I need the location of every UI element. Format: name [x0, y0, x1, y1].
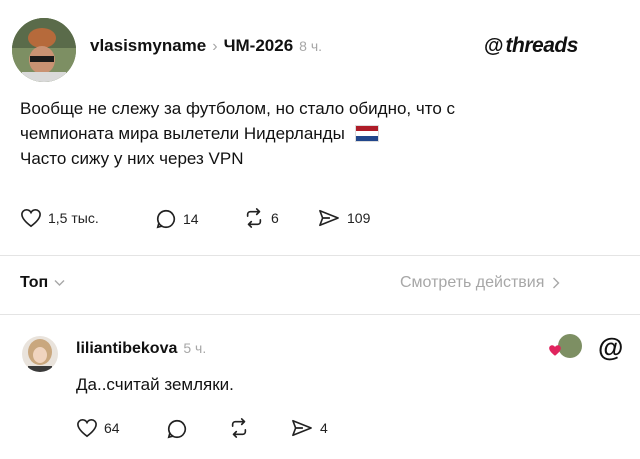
- reply-text: Да..считай земляки.: [76, 375, 234, 394]
- author-avatar[interactable]: [12, 18, 76, 82]
- threads-wordmark: threads: [505, 34, 579, 57]
- chevron-down-icon: [54, 279, 65, 287]
- post-body: Вообще не слежу за футболом, но стало об…: [20, 96, 620, 171]
- sort-dropdown[interactable]: Топ: [20, 274, 65, 292]
- chevron-right-icon: [552, 277, 560, 289]
- post-line-2: чемпионата мира вылетели Нидерланды: [20, 124, 345, 143]
- sort-label: Топ: [20, 274, 49, 291]
- send-icon: [290, 418, 314, 438]
- reply-button[interactable]: 14: [155, 208, 199, 230]
- like-count: 1,5 тыс.: [48, 210, 99, 226]
- repost-count: 6: [271, 210, 279, 226]
- reply-share-button[interactable]: 4: [290, 418, 328, 438]
- chevron-right-icon: ›: [212, 38, 218, 55]
- repost-icon: [243, 208, 265, 228]
- reply-avatar[interactable]: [22, 336, 58, 372]
- reply-comment-button[interactable]: [166, 418, 188, 440]
- share-count: 109: [347, 210, 371, 226]
- reply-header: liliantibekova 5 ч.: [76, 340, 206, 358]
- post-header: vlasismyname › ЧМ-2026 8 ч.: [90, 36, 322, 56]
- comment-icon: [166, 418, 188, 440]
- share-button[interactable]: 109: [317, 208, 370, 228]
- repost-icon: [228, 418, 250, 438]
- post-line-1: Вообще не слежу за футболом, но стало об…: [20, 99, 455, 118]
- threads-logo-icon[interactable]: @: [598, 334, 623, 360]
- divider-top: [0, 255, 640, 256]
- post-line-3: Часто сижу у них через VPN: [20, 149, 244, 168]
- reply-count: 14: [183, 211, 199, 227]
- reply-repost-button[interactable]: [228, 418, 250, 438]
- post-time: 8 ч.: [299, 38, 323, 54]
- author-liked-indicator: [548, 332, 584, 362]
- heart-filled-icon: [548, 344, 562, 357]
- view-activity-label: Смотреть действия: [400, 274, 545, 291]
- comment-icon: [155, 208, 177, 230]
- reply-share-count: 4: [320, 420, 328, 436]
- heart-icon: [20, 208, 42, 228]
- send-icon: [317, 208, 341, 228]
- netherlands-flag-icon: [354, 125, 379, 142]
- divider-bottom: [0, 314, 640, 315]
- threads-logo-icon: @: [484, 35, 504, 57]
- view-activity-link[interactable]: Смотреть действия: [400, 274, 560, 292]
- author-username[interactable]: vlasismyname: [90, 36, 206, 56]
- reply-like-count: 64: [104, 420, 120, 436]
- reply-username[interactable]: liliantibekova: [76, 340, 177, 358]
- like-button[interactable]: 1,5 тыс.: [20, 208, 99, 228]
- reply-badges: @: [548, 332, 623, 362]
- threads-brand: @ threads: [484, 34, 578, 58]
- repost-button[interactable]: 6: [243, 208, 279, 228]
- reply-like-button[interactable]: 64: [76, 418, 120, 438]
- reply-time: 5 ч.: [183, 340, 207, 356]
- topic-tag[interactable]: ЧМ-2026: [224, 36, 294, 56]
- heart-icon: [76, 418, 98, 438]
